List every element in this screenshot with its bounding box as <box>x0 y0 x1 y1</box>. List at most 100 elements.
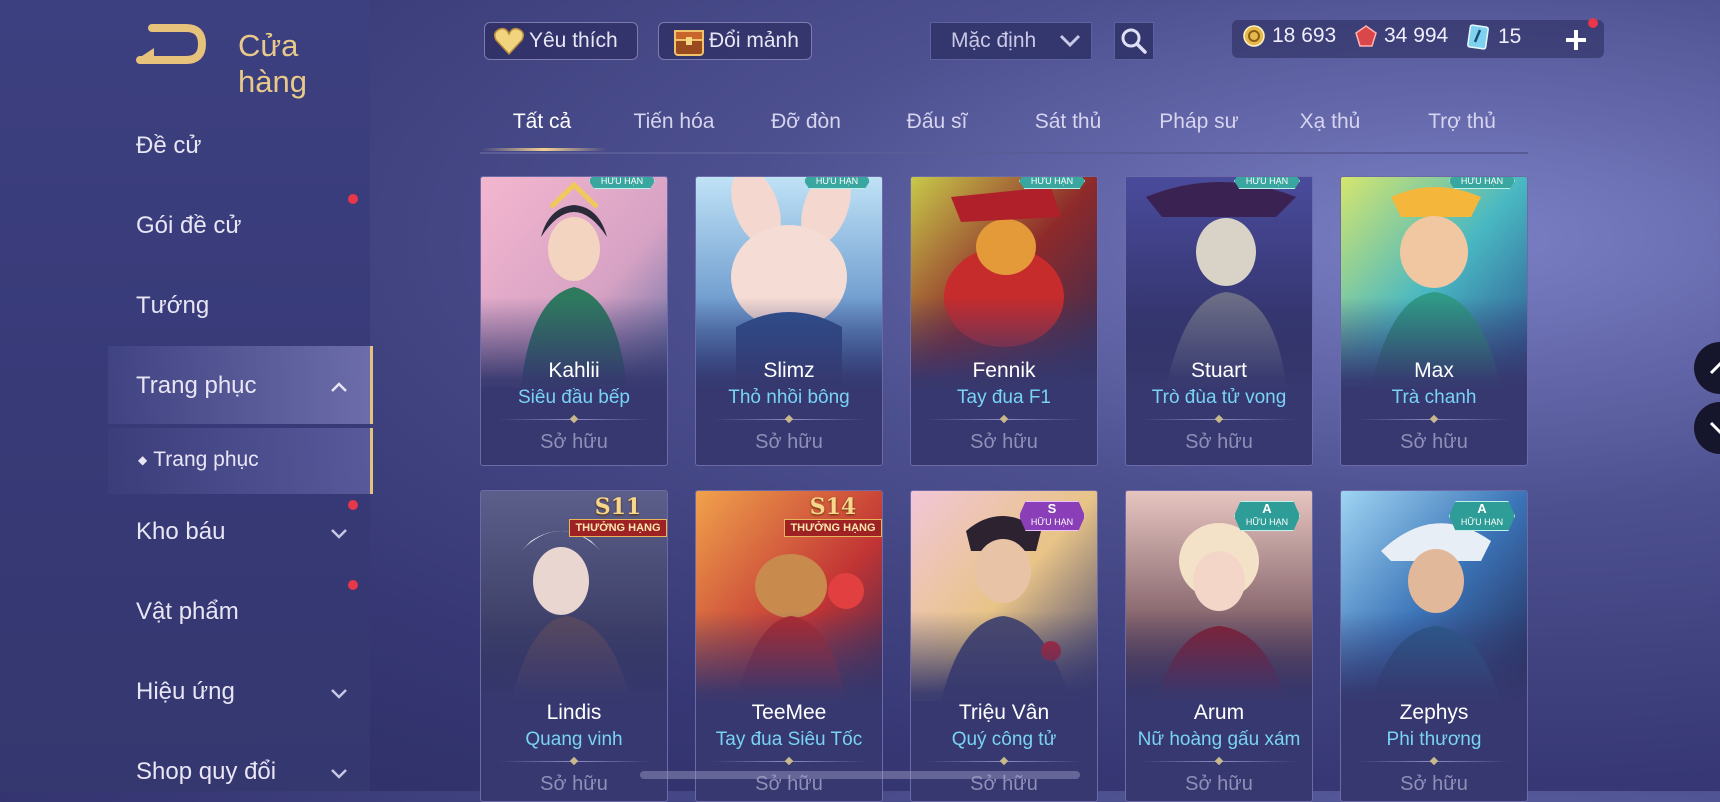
tab-tank[interactable]: Đỡ đòn <box>771 110 841 134</box>
skin-card[interactable]: HỮU HẠN Stuart Trò đùa tử vong Sở hữu <box>1125 176 1313 466</box>
skin-card[interactable]: S HỮU HẠN Triệu Vân Quý công tử Sở hữu <box>910 490 1098 802</box>
grade-badge: A HỮU HẠN <box>1449 501 1515 531</box>
skin-card[interactable]: S11 THƯỞNG HẠNG Lindis Quang vinh Sở hữu <box>480 490 668 802</box>
skin-name: Tay đua Siêu Tốc <box>715 729 863 750</box>
skin-card[interactable]: HỮU HẠN Kahlii Siêu đầu bếp Sở hữu <box>480 176 668 466</box>
divider-diamond-icon <box>1214 756 1224 766</box>
add-currency-icon[interactable] <box>1564 28 1588 52</box>
grade-label: HỮU HẠN <box>1030 517 1074 527</box>
sort-value: Mặc định <box>951 29 1037 52</box>
owned-status: Sở hữu <box>1400 773 1468 795</box>
rank-label: THƯỞNG HẠNG <box>569 519 667 537</box>
owned-status: Sở hữu <box>755 431 823 453</box>
skin-name: Thỏ nhồi bông <box>728 387 850 408</box>
sidebar-subitem-label: Trang phục <box>153 448 259 471</box>
divider-diamond-icon <box>569 414 579 424</box>
sidebar-item-exchange-shop[interactable]: Shop quy đổi <box>136 758 276 786</box>
ruby-icon <box>1355 25 1377 47</box>
hero-name: Zephys <box>1399 701 1469 724</box>
grade-letter: A <box>1262 501 1272 516</box>
divider-diamond-icon <box>784 414 794 424</box>
tab-assassin[interactable]: Sát thủ <box>1035 110 1102 134</box>
sidebar-item-heroes[interactable]: Tướng <box>136 292 209 320</box>
chevron-down-icon <box>1709 421 1720 435</box>
tab-warrior[interactable]: Đấu sĩ <box>907 110 968 134</box>
hero-name: Max <box>1414 359 1454 382</box>
season-label: S14 <box>809 494 857 520</box>
season-rank-badge: S11 THƯỞNG HẠNG <box>569 495 667 539</box>
skin-card[interactable]: S14 THƯỞNG HẠNG TeeMee Tay đua Siêu Tốc … <box>695 490 883 802</box>
grade-label: HỮU HẠN <box>1245 517 1289 527</box>
grade-letter: A <box>1477 501 1487 516</box>
hero-name: Lindis <box>546 701 602 724</box>
gold-coin-icon <box>1243 25 1265 47</box>
favorites-label: Yêu thích <box>529 29 618 52</box>
tab-all[interactable]: Tất cả <box>513 110 571 134</box>
sidebar-item-effects[interactable]: Hiệu ứng <box>136 678 235 706</box>
hero-name: TeeMee <box>751 701 827 724</box>
gold-balance: 18 693 <box>1242 24 1336 48</box>
exchange-fragments-button[interactable]: Đổi mảnh <box>658 22 812 60</box>
grade-letter: S <box>1047 501 1057 516</box>
skin-card[interactable]: HỮU HẠN Max Trà chanh Sở hữu <box>1340 176 1528 466</box>
tab-evolution[interactable]: Tiến hóa <box>634 110 715 134</box>
skin-card[interactable]: HỮU HẠN Slimz Thỏ nhồi bông Sở hữu <box>695 176 883 466</box>
horizontal-scrollbar[interactable] <box>640 771 1080 779</box>
limited-badge: HỮU HẠN <box>804 177 870 189</box>
back-arrow-icon[interactable] <box>134 22 208 66</box>
sidebar-subitem-skins[interactable]: ◆ Trang phục <box>138 448 259 472</box>
rank-label: THƯỞNG HẠNG <box>784 519 882 537</box>
limited-badge: HỮU HẠN <box>1449 177 1515 189</box>
divider-diamond-icon <box>1214 414 1224 424</box>
tab-marksman[interactable]: Xạ thủ <box>1300 110 1361 134</box>
bullet-icon: ◆ <box>138 453 148 468</box>
ticket-value: 15 <box>1498 25 1522 48</box>
owned-status: Sở hữu <box>1185 431 1253 453</box>
sidebar-item-items[interactable]: Vật phẩm <box>136 598 239 626</box>
skin-card[interactable]: A HỮU HẠN Zephys Phi thương Sở hữu <box>1340 490 1528 802</box>
hero-name: Kahlii <box>548 359 600 382</box>
voucher-value: 34 994 <box>1384 24 1449 47</box>
skin-card[interactable]: A HỮU HẠN Arum Nữ hoàng gấu xám Sở hữu <box>1125 490 1313 802</box>
chevron-down-icon[interactable] <box>330 524 348 542</box>
active-tab-indicator <box>482 148 606 151</box>
chevron-up-icon[interactable] <box>330 378 348 396</box>
limited-badge: HỮU HẠN <box>1019 177 1085 189</box>
divider-diamond-icon <box>999 414 1009 424</box>
chevron-down-icon[interactable] <box>330 764 348 782</box>
skin-card[interactable]: HỮU HẠN Fennik Tay đua F1 Sở hữu <box>910 176 1098 466</box>
divider-diamond-icon <box>1429 414 1439 424</box>
sidebar-item-recommended-packs[interactable]: Gói đề cử <box>136 212 241 240</box>
scroll-up-button[interactable] <box>1694 342 1720 394</box>
sidebar-item-skins[interactable]: Trang phục <box>136 372 257 400</box>
sort-dropdown[interactable]: Mặc định <box>930 22 1092 60</box>
sidebar-item-recommended[interactable]: Đề cử <box>136 132 201 160</box>
voucher-balance: 34 994 <box>1354 24 1448 48</box>
hero-name: Triệu Vân <box>958 701 1050 724</box>
skin-name: Tay đua F1 <box>957 387 1051 408</box>
hero-name: Slimz <box>763 359 815 382</box>
notification-dot <box>348 500 358 510</box>
hero-name: Fennik <box>972 359 1036 382</box>
search-button[interactable] <box>1114 22 1154 60</box>
skin-name: Quang vinh <box>525 729 623 750</box>
favorites-button[interactable]: Yêu thích <box>484 22 638 60</box>
chevron-up-icon <box>1709 361 1720 375</box>
divider-diamond-icon <box>1429 756 1439 766</box>
search-icon <box>1121 28 1147 54</box>
scroll-down-button[interactable] <box>1694 402 1720 454</box>
tab-support[interactable]: Trợ thủ <box>1428 110 1496 134</box>
divider-diamond-icon <box>569 756 579 766</box>
tab-mage[interactable]: Pháp sư <box>1159 110 1238 134</box>
sidebar-item-treasure[interactable]: Kho báu <box>136 518 225 546</box>
owned-status: Sở hữu <box>1185 773 1253 795</box>
category-tabs: Tất cả Tiến hóa Đỡ đòn Đấu sĩ Sát thủ Ph… <box>480 100 1528 154</box>
chevron-down-icon <box>1059 34 1081 48</box>
hero-name: Arum <box>1193 701 1245 724</box>
notification-dot <box>348 580 358 590</box>
chevron-down-icon[interactable] <box>330 684 348 702</box>
grade-badge: S HỮU HẠN <box>1019 501 1085 531</box>
skin-name: Nữ hoàng gấu xám <box>1137 729 1301 750</box>
ticket-balance: 15 <box>1466 24 1521 50</box>
chest-icon <box>674 30 704 56</box>
